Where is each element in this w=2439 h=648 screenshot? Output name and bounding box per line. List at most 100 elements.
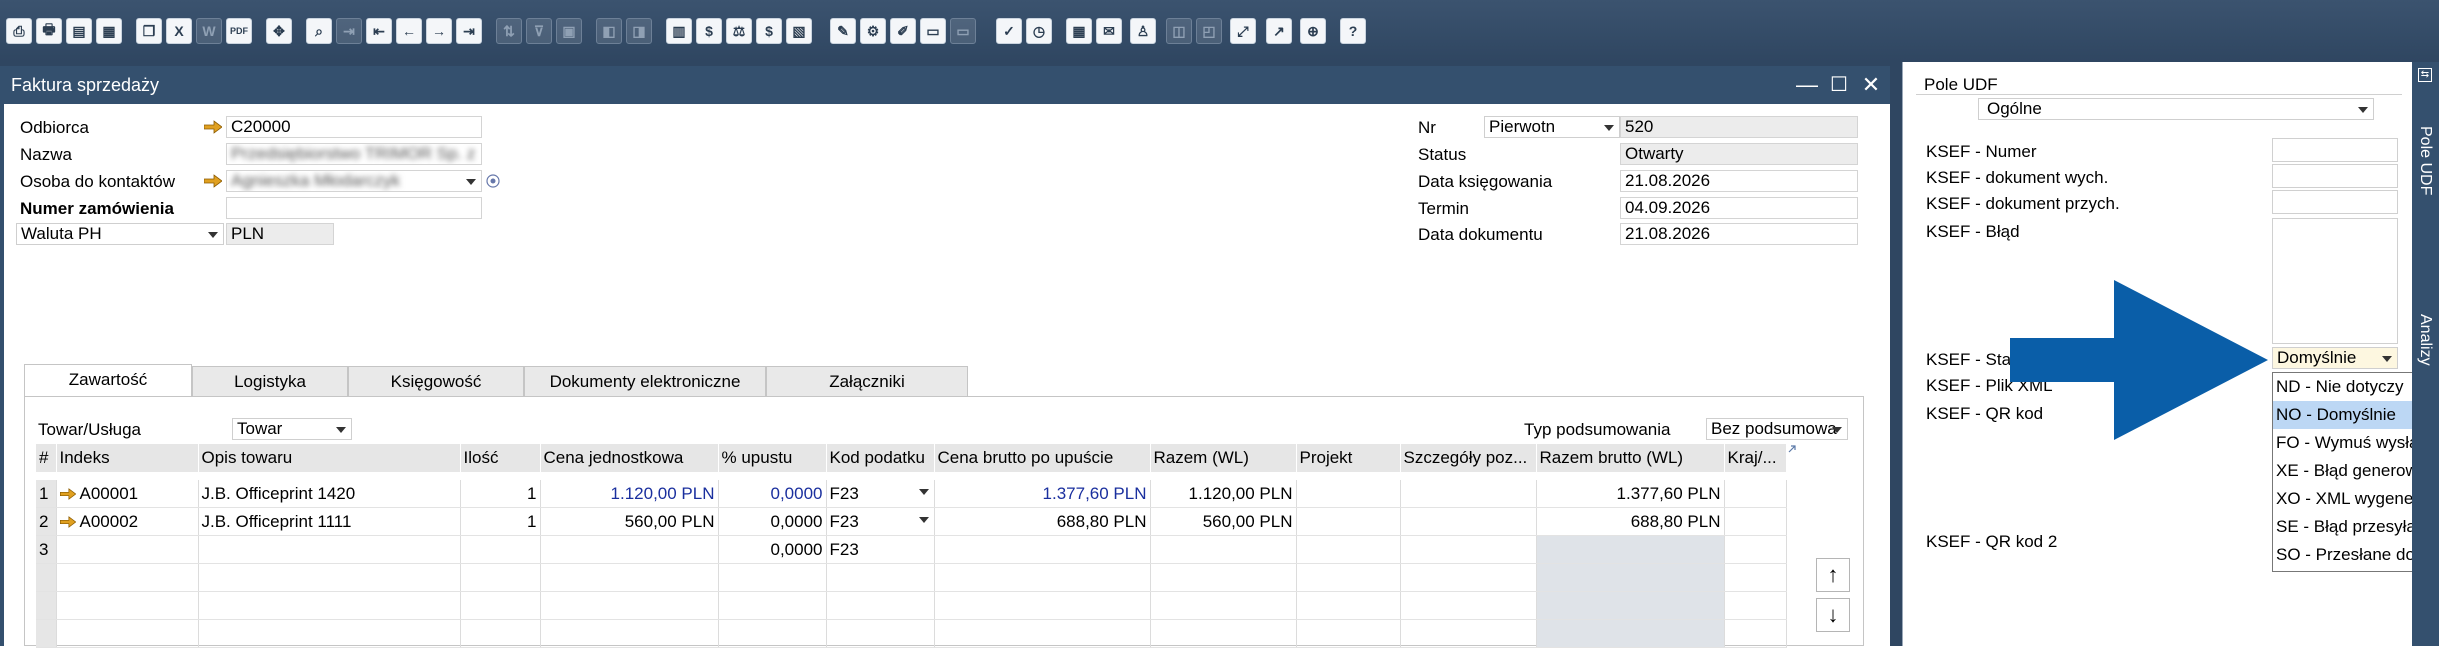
reports-icon[interactable]: ▧ — [786, 18, 812, 44]
column-header[interactable]: Kraj/... — [1724, 444, 1787, 472]
ksef-dok-przych-field[interactable] — [2272, 190, 2398, 214]
message-icon[interactable]: ▭ — [920, 18, 946, 44]
copy-icon[interactable]: ❐ — [136, 18, 162, 44]
cell-details[interactable] — [1400, 507, 1537, 536]
cell-gross-after[interactable]: 688,80 PLN — [934, 507, 1151, 536]
odbiorca-field[interactable]: C20000 — [226, 116, 482, 138]
relation-map-icon[interactable]: ◰ — [1196, 18, 1222, 44]
move-row-down-button[interactable]: ↓ — [1816, 598, 1850, 632]
cell-qty[interactable] — [460, 535, 541, 564]
chevron-down-icon[interactable] — [208, 232, 218, 238]
chart-icon[interactable]: ↗ — [1266, 18, 1292, 44]
cell-project[interactable] — [1296, 535, 1401, 564]
drag-icon[interactable]: ◫ — [1166, 18, 1192, 44]
column-header[interactable]: Kod podatku — [826, 444, 935, 472]
nr-series-dropdown[interactable]: Pierwotn — [1484, 116, 1620, 138]
column-header[interactable]: Razem (WL) — [1150, 444, 1297, 472]
settings-icon[interactable]: ⚙ — [860, 18, 886, 44]
approval-icon[interactable]: ✓ — [996, 18, 1022, 44]
cell-desc[interactable] — [198, 535, 461, 564]
column-header[interactable]: Razem brutto (WL) — [1536, 444, 1725, 472]
chat-icon[interactable]: ▭ — [950, 18, 976, 44]
move-row-up-button[interactable]: ↑ — [1816, 558, 1850, 592]
stamp-icon[interactable]: ♙ — [1130, 18, 1156, 44]
column-header[interactable]: Ilość — [460, 444, 541, 472]
expand-grid-icon[interactable] — [1787, 444, 1797, 454]
osoba-field[interactable]: Agnieszka Młodarczyk — [226, 170, 482, 192]
form-settings-icon[interactable]: ✐ — [890, 18, 916, 44]
preview-icon[interactable]: ⎙ — [6, 18, 32, 44]
cell-details[interactable] — [1400, 480, 1537, 508]
email-icon[interactable]: ✉ — [1096, 18, 1122, 44]
cell-unit-price[interactable]: 560,00 PLN — [540, 507, 719, 536]
cell-total[interactable]: 1.120,00 PLN — [1150, 480, 1297, 508]
close-icon[interactable]: ✕ — [1858, 72, 1884, 98]
ksef-status-dropdown[interactable]: Domyślnie — [2272, 347, 2398, 369]
link-arrow-icon[interactable] — [204, 174, 222, 188]
udf-category-dropdown[interactable]: Ogólne — [1978, 98, 2374, 120]
last-record-icon[interactable]: ⇥ — [456, 18, 482, 44]
column-header[interactable]: Cena jednostkowa — [540, 444, 719, 472]
word-icon[interactable]: W — [196, 18, 222, 44]
cell-unit-price[interactable]: 1.120,00 PLN — [540, 480, 719, 508]
data-ksiegowania-field[interactable]: 21.08.2026 — [1620, 170, 1858, 192]
sort-table-icon[interactable]: ▣ — [556, 18, 582, 44]
cell-index[interactable]: A00001 — [56, 480, 199, 508]
calendar-icon[interactable]: ▥ — [666, 18, 692, 44]
move-icon[interactable]: ✥ — [266, 18, 292, 44]
save-icon[interactable]: ▦ — [96, 18, 122, 44]
summary-type-dropdown[interactable]: Bez podsumowa — [1706, 418, 1848, 440]
maximize-icon[interactable]: ☐ — [1826, 72, 1852, 98]
cell-gross-after[interactable]: 1.377,60 PLN — [934, 480, 1151, 508]
table-row[interactable]: 1 A00001 J.B. Officeprint 1420 1 1.120,0… — [36, 480, 1787, 508]
chevron-down-icon[interactable] — [2358, 107, 2368, 113]
column-header[interactable]: % upustu — [718, 444, 827, 472]
excel-icon[interactable]: X — [166, 18, 192, 44]
cell-qty[interactable]: 1 — [460, 507, 541, 536]
cell-tax[interactable]: F23 — [826, 480, 935, 508]
filter-icon[interactable]: ⊽ — [526, 18, 552, 44]
cell-total[interactable]: 560,00 PLN — [1150, 507, 1297, 536]
chevron-down-icon[interactable] — [1604, 125, 1614, 131]
cell-desc[interactable]: J.B. Officeprint 1420 — [198, 480, 461, 508]
column-header[interactable]: # — [36, 444, 57, 472]
chevron-down-icon[interactable] — [1832, 427, 1842, 433]
cell-project[interactable] — [1296, 507, 1401, 536]
cell-project[interactable] — [1296, 480, 1401, 508]
column-header[interactable]: Indeks — [56, 444, 199, 472]
data-dokumentu-field[interactable]: 21.08.2026 — [1620, 223, 1858, 245]
cell-country[interactable] — [1724, 507, 1787, 536]
ksef-dok-wych-field[interactable] — [2272, 164, 2398, 188]
minimize-icon[interactable]: — — [1794, 72, 1820, 98]
cell-details[interactable] — [1400, 535, 1537, 564]
link-arrow-icon[interactable] — [59, 516, 76, 528]
termin-field[interactable]: 04.09.2026 — [1620, 197, 1858, 219]
chevron-down-icon[interactable] — [336, 427, 346, 433]
column-header[interactable]: Cena brutto po upuście — [934, 444, 1151, 472]
edit-icon[interactable]: ✎ — [830, 18, 856, 44]
cell-tax[interactable]: F23 — [826, 507, 935, 536]
payment-icon[interactable]: $ — [696, 18, 722, 44]
cell-qty[interactable]: 1 — [460, 480, 541, 508]
cell-desc[interactable]: J.B. Officeprint 1111 — [198, 507, 461, 536]
add-icon[interactable]: ⇥ — [336, 18, 362, 44]
calculator-icon[interactable]: ▦ — [1066, 18, 1092, 44]
find-icon[interactable]: ⌕ — [306, 18, 332, 44]
cell-index[interactable] — [56, 535, 199, 564]
link-arrow-icon[interactable] — [59, 488, 76, 500]
ksef-blad-field[interactable] — [2272, 218, 2398, 344]
cell-tax[interactable]: F23 — [826, 535, 935, 564]
numer-zamowienia-field[interactable] — [226, 197, 482, 219]
item-type-dropdown[interactable]: Towar — [232, 418, 352, 440]
column-header[interactable]: Projekt — [1296, 444, 1401, 472]
chevron-down-icon[interactable] — [466, 179, 476, 185]
web-icon[interactable]: ⊕ — [1300, 18, 1326, 44]
cell-discount[interactable]: 0,0000 — [718, 507, 827, 536]
cell-unit-price[interactable] — [540, 535, 719, 564]
target-document-icon[interactable]: ◨ — [626, 18, 652, 44]
table-row[interactable] — [36, 563, 1787, 592]
tab-dokumenty-elektroniczne[interactable]: Dokumenty elektroniczne — [524, 366, 766, 396]
sort-icon[interactable]: ⇅ — [496, 18, 522, 44]
column-header[interactable]: Szczegóły poz... — [1400, 444, 1537, 472]
column-header[interactable]: Opis towaru — [198, 444, 461, 472]
